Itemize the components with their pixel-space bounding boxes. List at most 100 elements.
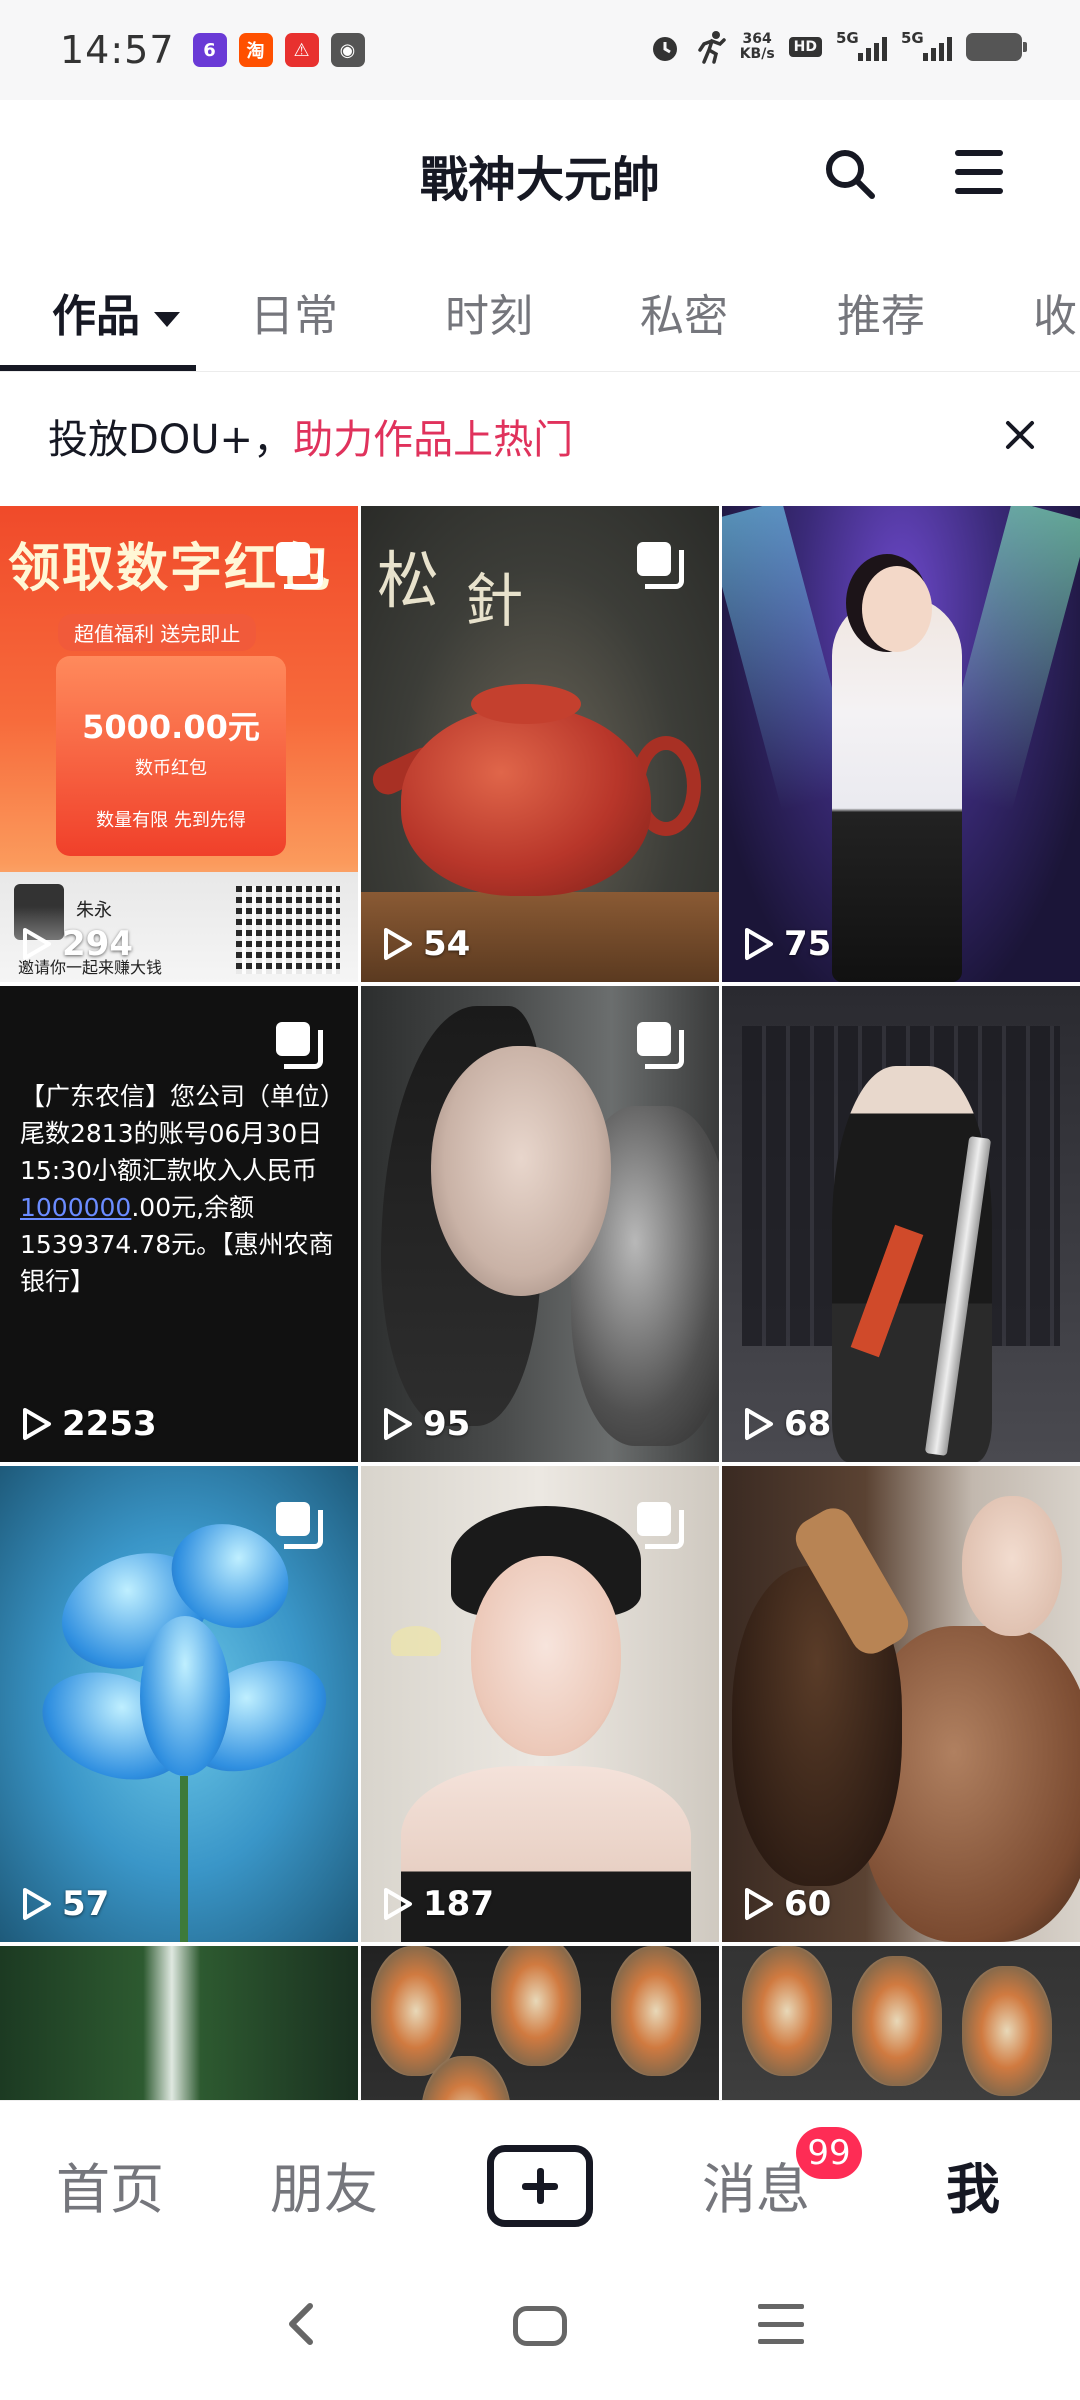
back-icon[interactable] — [272, 2294, 332, 2354]
sms-amount-link[interactable]: 1000000 — [20, 1193, 131, 1222]
recorder-icon: ◉ — [330, 33, 365, 67]
app-red-icon: ⚠ — [284, 33, 319, 67]
signal-sim2-icon: 5G — [901, 29, 952, 61]
multi-image-icon — [276, 1022, 323, 1069]
qr-code — [236, 886, 340, 974]
play-count-value: 95 — [423, 1404, 471, 1444]
app-6-icon: 6 — [192, 33, 227, 67]
play-count: 75 — [740, 924, 831, 964]
play-icon — [745, 1888, 773, 1920]
video-card-9[interactable]: 60 — [722, 1466, 1080, 1942]
promo-link[interactable]: 助力作品上热门 — [293, 407, 573, 465]
card1-sub: 超值福利 送完即止 — [58, 614, 257, 651]
sms-text-before: 【广东农信】您公司（单位）尾数2813的账号06月30日15:30小额汇款收入人… — [20, 1082, 346, 1185]
flower-petal — [140, 1616, 230, 1776]
play-count: 2253 — [18, 1404, 157, 1444]
video-card-10[interactable] — [0, 1946, 358, 2100]
card1-author: 朱永 — [76, 900, 112, 921]
teapot-lid — [471, 684, 581, 724]
play-count-value: 57 — [62, 1884, 110, 1924]
face-shape — [431, 1046, 611, 1296]
oyster-shape — [742, 1946, 832, 2076]
dou-promo-banner[interactable]: 投放DOU+， 助力作品上热门 — [0, 372, 1080, 500]
search-icon[interactable] — [822, 146, 878, 202]
create-button[interactable] — [487, 2145, 593, 2227]
video-card-5[interactable]: 95 — [361, 986, 719, 1462]
singer-figure — [832, 596, 962, 982]
profile-title: 戰神大元帥 — [419, 152, 660, 208]
play-icon — [384, 1888, 412, 1920]
red-packet-card: 5000.00元 数币红包 数量有限 先到先得 — [56, 656, 286, 856]
sim2-label: 5G — [901, 29, 924, 47]
tab-favorites[interactable]: 收 — [1033, 280, 1077, 344]
sim1-label: 5G — [836, 29, 859, 47]
video-card-11[interactable] — [361, 1946, 719, 2100]
content-tabs: 作品 日常 时刻 私密 推荐 收 — [0, 250, 1080, 372]
status-indicators: 364 KB/s HD 5G 5G — [648, 29, 1027, 64]
play-count: 95 — [379, 1404, 470, 1444]
card1-limit: 数量有限 先到先得 — [96, 810, 246, 831]
tab-private[interactable]: 私密 — [640, 280, 728, 344]
net-speed-value: 364 — [742, 31, 772, 47]
video-card-2[interactable]: 松 針 54 — [361, 506, 719, 982]
status-bar: 14:57 6 淘 ⚠ ◉ 364 KB/s HD 5G 5G — [0, 0, 1080, 100]
nav-messages[interactable]: 消息 — [702, 2145, 810, 2224]
tab-recommended[interactable]: 推荐 — [837, 280, 925, 344]
bottom-nav: 首页 朋友 消息 99 我 — [0, 2100, 1080, 2250]
signal-sim1-icon: 5G — [836, 29, 887, 61]
nav-me[interactable]: 我 — [946, 2145, 1000, 2224]
teapot — [401, 706, 651, 896]
multi-image-icon — [637, 542, 684, 589]
status-time: 14:57 — [60, 28, 175, 72]
taobao-icon: 淘 — [238, 33, 273, 67]
video-card-1[interactable]: 领取数字红包 超值福利 送完即止 5000.00元 数币红包 数量有限 先到先得… — [0, 506, 358, 982]
oyster-shape — [962, 1966, 1052, 2096]
play-count: 68 — [740, 1404, 831, 1444]
play-icon — [23, 1408, 51, 1440]
tab-works[interactable]: 作品 — [52, 280, 180, 344]
net-speed-unit: KB/s — [739, 46, 775, 62]
multi-image-icon — [637, 1022, 684, 1069]
oyster-shape — [611, 1946, 701, 2076]
play-count-value: 68 — [784, 1404, 832, 1444]
recents-icon[interactable] — [758, 2304, 804, 2344]
menu-icon[interactable] — [955, 150, 1003, 194]
face-shape — [471, 1556, 621, 1756]
video-card-7[interactable]: 57 — [0, 1466, 358, 1942]
video-card-3[interactable]: 75 — [722, 506, 1080, 982]
play-count: 54 — [379, 924, 470, 964]
video-card-4[interactable]: 【广东农信】您公司（单位）尾数2813的账号06月30日15:30小额汇款收入人… — [0, 986, 358, 1462]
promo-text: 投放DOU+， — [48, 417, 294, 463]
system-nav-bar — [0, 2250, 1080, 2400]
sms-text: 【广东农信】您公司（单位）尾数2813的账号06月30日15:30小额汇款收入人… — [20, 1078, 350, 1300]
hd-badge: HD — [788, 37, 822, 57]
multi-image-icon — [276, 1502, 323, 1549]
running-icon — [697, 31, 726, 64]
home-icon[interactable] — [513, 2306, 567, 2346]
play-icon — [384, 1408, 412, 1440]
play-count: 187 — [379, 1884, 494, 1924]
works-grid: 领取数字红包 超值福利 送完即止 5000.00元 数币红包 数量有限 先到先得… — [0, 500, 1080, 2100]
video-card-8[interactable]: 187 — [361, 1466, 719, 1942]
play-count-value: 60 — [784, 1884, 832, 1924]
tab-active-indicator — [0, 365, 196, 371]
oyster-shape — [852, 1956, 942, 2086]
play-icon — [23, 1888, 51, 1920]
flower-stem — [180, 1776, 188, 1942]
nav-home[interactable]: 首页 — [56, 2145, 164, 2224]
video-card-12[interactable] — [722, 1946, 1080, 2100]
tab-moments[interactable]: 时刻 — [445, 280, 533, 344]
tab-works-label: 作品 — [52, 291, 140, 342]
nav-friends[interactable]: 朋友 — [270, 2145, 378, 2224]
tab-daily[interactable]: 日常 — [250, 280, 338, 344]
battery-icon — [966, 33, 1027, 61]
play-count-value: 187 — [423, 1884, 494, 1924]
multi-image-icon — [276, 542, 323, 589]
play-count-value: 294 — [62, 924, 133, 964]
multi-image-icon — [637, 1502, 684, 1549]
play-count-value: 75 — [784, 924, 832, 964]
alarm-icon — [652, 37, 677, 61]
card1-amount-sub: 数币红包 — [135, 758, 207, 779]
video-card-6[interactable]: 68 — [722, 986, 1080, 1462]
close-icon[interactable] — [998, 414, 1042, 458]
